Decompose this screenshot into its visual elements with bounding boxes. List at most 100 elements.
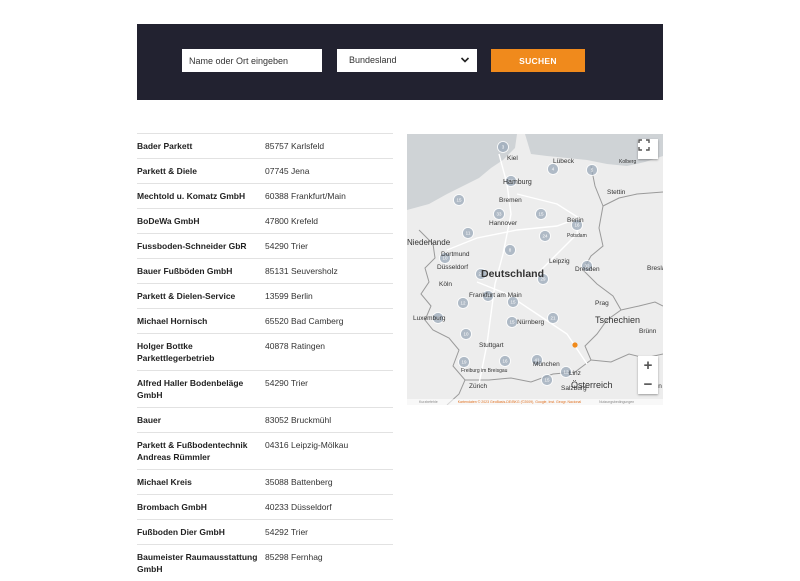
dealer-address: 83052 Bruckmühl: [265, 415, 332, 425]
cluster-count: 12: [460, 301, 466, 306]
cluster-marker[interactable]: 15: [535, 208, 547, 220]
dealer-address: 85131 Seuversholz: [265, 266, 338, 276]
cluster-marker[interactable]: 11: [462, 227, 474, 239]
map-place-label: Stuttgart: [479, 342, 504, 349]
map-place-label: Luxemburg: [413, 315, 446, 322]
map-place-label: Hannover: [489, 220, 518, 227]
dealer-name: Bader Parkett: [137, 141, 193, 151]
dealer-row[interactable]: Parkett & Dielen-Service 13599 Berlin: [137, 283, 393, 308]
czech-border: [620, 301, 663, 311]
dealer-address: 04316 Leipzig-Mölkau: [265, 440, 349, 450]
dealer-address: 07745 Jena: [265, 166, 310, 176]
map-place-label: Freiburg im Breisgau: [461, 368, 508, 374]
dealer-row[interactable]: BoDeWa GmbH 47800 Krefeld: [137, 208, 393, 233]
dealer-address: 85757 Karlsfeld: [265, 141, 325, 151]
cluster-count: 24: [542, 234, 548, 239]
dealer-name: Mechtold u. Komatz GmbH: [137, 191, 246, 201]
map[interactable]: 3 4 11 5 15 33 15 11 24 8 16 10 21 12 29 15 24 32 15 15 10 16…: [407, 134, 663, 405]
map-place-label: Kiel: [507, 155, 518, 162]
dealer-name: Parkett & Dielen-Service: [137, 291, 236, 301]
name-or-place-input[interactable]: [182, 49, 322, 72]
highway: [516, 193, 580, 219]
map-place-label: Düsseldorf: [437, 264, 468, 271]
dealer-row[interactable]: Baumeister Raumausstattung GmbH 85298 Fer…: [137, 544, 393, 581]
dealer-row[interactable]: Michael Kreis 35088 Battenberg: [137, 469, 393, 494]
map-place-label: Dortmund: [441, 251, 470, 258]
map-place-label: Dresden: [575, 266, 600, 273]
dealer-name: Parkett & Fußbodentechnik Andreas Rümmle…: [137, 440, 248, 462]
dealer-row[interactable]: Alfred Haller Bodenbeläge GmbH 54290 Trie…: [137, 370, 393, 407]
map-data-credit: Kartendaten © 2023 GeoBasis-DE/BKG (©200…: [457, 400, 582, 404]
cluster-marker[interactable]: 15: [541, 374, 553, 386]
cluster-count: 10: [463, 332, 469, 337]
map-place-label: Köln: [439, 281, 452, 288]
cluster-marker[interactable]: 21: [547, 312, 559, 324]
map-place-label: Bresla: [647, 265, 663, 272]
dealer-row[interactable]: Bauer 83052 Bruckmühl: [137, 407, 393, 432]
dealer-name: Parkett & Diele: [137, 166, 197, 176]
dealer-row[interactable]: Mechtold u. Komatz GmbH 60388 Frankfurt/M…: [137, 183, 393, 208]
cluster-count: 33: [496, 212, 502, 217]
state-select[interactable]: Bundesland: [337, 49, 477, 72]
dealer-row[interactable]: Fussboden-Schneider GbR 54290 Trier: [137, 233, 393, 258]
map-place-label: Österreich: [571, 380, 613, 390]
state-select-label: Bundesland: [349, 55, 397, 65]
map-place-label: Bremen: [499, 197, 522, 204]
terms-link[interactable]: Nutzungsbedingungen: [599, 400, 634, 404]
dealer-row[interactable]: Brombach GmbH 40233 Düsseldorf: [137, 494, 393, 519]
cluster-marker[interactable]: 33: [493, 208, 505, 220]
map-place-label: Brünn: [639, 328, 657, 335]
cluster-marker[interactable]: 5: [586, 164, 598, 176]
map-place-label: Niederlande: [407, 238, 451, 247]
keyboard-shortcuts-link[interactable]: Kurzbefehle: [419, 400, 438, 404]
dealer-address: 35088 Battenberg: [265, 477, 333, 487]
dealer-row[interactable]: Parkett & Diele 07745 Jena: [137, 158, 393, 183]
cluster-marker[interactable]: 24: [539, 230, 551, 242]
cluster-marker[interactable]: 15: [453, 194, 465, 206]
zoom-in-button[interactable]: +: [638, 356, 658, 375]
dealer-address: 13599 Berlin: [265, 291, 313, 301]
map-canvas[interactable]: 341151533 1511248161021122915243215151016…: [407, 134, 663, 405]
map-place-label: Tschechien: [595, 315, 640, 325]
cluster-marker[interactable]: 16: [499, 355, 511, 367]
dealer-row[interactable]: Bader Parkett 85757 Karlsfeld: [137, 133, 393, 158]
dealer-name: Bauer Fußböden GmbH: [137, 266, 233, 276]
map-place-label: Kolberg: [619, 159, 636, 165]
cluster-count: 15: [509, 320, 515, 325]
map-place-label: Lübeck: [553, 158, 575, 165]
dealer-address: 54290 Trier: [265, 241, 308, 251]
dealer-name: BoDeWa GmbH: [137, 216, 200, 226]
cluster-marker[interactable]: 3: [497, 141, 509, 153]
cluster-marker[interactable]: 4: [547, 163, 559, 175]
cluster-count: 11: [466, 231, 471, 236]
fullscreen-button[interactable]: [638, 139, 658, 159]
map-place-label: Potsdam: [567, 233, 587, 239]
dealer-address: 54290 Trier: [265, 378, 308, 388]
search-button[interactable]: SUCHEN: [491, 49, 585, 72]
dealer-row[interactable]: Parkett & Fußbodentechnik Andreas Rümmle…: [137, 432, 393, 469]
search-bar: Bundesland SUCHEN: [137, 24, 663, 100]
dealer-row[interactable]: Bauer Fußböden GmbH 85131 Seuversholz: [137, 258, 393, 283]
map-place-label: München: [533, 361, 560, 368]
zoom-control: + −: [638, 356, 658, 394]
dealer-row[interactable]: Michael Hornisch 65520 Bad Camberg: [137, 308, 393, 333]
cluster-marker[interactable]: 15: [506, 316, 518, 328]
zoom-out-button[interactable]: −: [638, 375, 658, 394]
country-label: Deutschland: [481, 268, 544, 280]
dealer-row[interactable]: Holger Bottke Parkettlegerbetrieb 40878 R…: [137, 333, 393, 370]
cluster-marker[interactable]: 8: [504, 244, 516, 256]
dealer-address: 47800 Krefeld: [265, 216, 318, 226]
location-marker[interactable]: [572, 342, 578, 348]
cluster-marker[interactable]: 19: [458, 356, 470, 368]
map-place-label: Frankfurt am Main: [469, 292, 522, 299]
chevron-down-icon: [460, 57, 470, 63]
map-place-label: Stettin: [607, 189, 626, 196]
cluster-count: 15: [510, 300, 516, 305]
dealer-address: 85298 Fernhag: [265, 552, 323, 562]
cluster-marker[interactable]: 12: [457, 297, 469, 309]
dealer-name: Bauer: [137, 415, 162, 425]
cluster-count: 19: [461, 360, 467, 365]
cluster-marker[interactable]: 10: [460, 328, 472, 340]
cluster-count: 15: [456, 198, 462, 203]
map-place-label: Nürnberg: [517, 319, 544, 326]
